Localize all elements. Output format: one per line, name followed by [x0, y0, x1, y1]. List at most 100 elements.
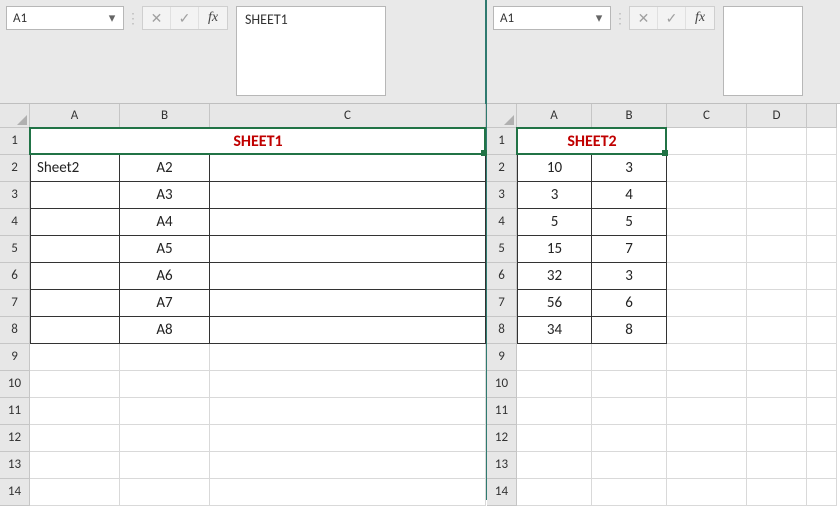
row-header[interactable]: 3 [487, 182, 517, 209]
row-header[interactable]: 13 [0, 452, 30, 479]
cell[interactable] [747, 236, 807, 263]
row-header[interactable]: 13 [487, 452, 517, 479]
cell[interactable] [210, 317, 486, 344]
cell[interactable]: 5 [592, 209, 667, 236]
cell[interactable] [592, 398, 667, 425]
cell[interactable] [667, 155, 747, 182]
cell[interactable] [30, 290, 120, 317]
cancel-icon[interactable]: ✕ [143, 7, 171, 29]
cell[interactable] [210, 398, 486, 425]
cell[interactable] [667, 398, 747, 425]
select-all-corner[interactable] [0, 104, 30, 128]
cell[interactable] [210, 155, 486, 182]
cell[interactable] [667, 290, 747, 317]
cell[interactable] [747, 182, 807, 209]
row-header[interactable]: 8 [487, 317, 517, 344]
enter-icon[interactable]: ✓ [171, 7, 199, 29]
row-header[interactable]: 14 [487, 479, 517, 506]
cancel-icon[interactable]: ✕ [630, 7, 658, 29]
cell[interactable] [30, 236, 120, 263]
cell[interactable]: A7 [120, 290, 210, 317]
cell[interactable] [667, 209, 747, 236]
row-header[interactable]: 7 [487, 290, 517, 317]
row-header[interactable]: 4 [487, 209, 517, 236]
cell[interactable] [30, 317, 120, 344]
cell[interactable] [210, 236, 486, 263]
cell[interactable] [747, 128, 807, 155]
cell[interactable] [30, 452, 120, 479]
cell[interactable] [807, 479, 837, 506]
row-header[interactable]: 3 [0, 182, 30, 209]
cell[interactable] [120, 479, 210, 506]
cell[interactable]: 32 [517, 263, 592, 290]
cell[interactable]: 15 [517, 236, 592, 263]
row-header[interactable]: 6 [0, 263, 30, 290]
cell[interactable] [30, 398, 120, 425]
cell[interactable]: 56 [517, 290, 592, 317]
cell[interactable]: A8 [120, 317, 210, 344]
row-header[interactable]: 9 [0, 344, 30, 371]
cell[interactable] [807, 452, 837, 479]
cell[interactable] [517, 344, 592, 371]
cell[interactable] [747, 452, 807, 479]
cell[interactable] [120, 452, 210, 479]
cell[interactable]: 7 [592, 236, 667, 263]
cell[interactable] [807, 290, 837, 317]
cell[interactable] [30, 182, 120, 209]
row-header[interactable]: 1 [487, 128, 517, 155]
cell[interactable]: 4 [592, 182, 667, 209]
column-header[interactable]: B [120, 104, 210, 128]
cell[interactable] [30, 479, 120, 506]
cell[interactable] [807, 128, 837, 155]
cell[interactable] [807, 425, 837, 452]
cell[interactable] [517, 398, 592, 425]
cell[interactable] [120, 425, 210, 452]
cell[interactable] [517, 371, 592, 398]
row-header[interactable]: 5 [0, 236, 30, 263]
cell-title[interactable]: SHEET2 [517, 128, 667, 155]
column-header[interactable] [807, 104, 837, 128]
cell[interactable] [210, 344, 486, 371]
row-header[interactable]: 2 [487, 155, 517, 182]
row-header[interactable]: 10 [487, 371, 517, 398]
select-all-corner[interactable] [487, 104, 517, 128]
column-header[interactable]: C [210, 104, 486, 128]
name-box[interactable]: A1 ▾ [493, 6, 611, 30]
cell[interactable] [807, 236, 837, 263]
row-header[interactable]: 7 [0, 290, 30, 317]
cell[interactable]: 3 [592, 263, 667, 290]
cell[interactable] [747, 317, 807, 344]
row-header[interactable]: 12 [487, 425, 517, 452]
column-header[interactable]: B [592, 104, 667, 128]
row-header[interactable]: 11 [0, 398, 30, 425]
cell[interactable] [210, 479, 486, 506]
row-header[interactable]: 12 [0, 425, 30, 452]
cell[interactable] [807, 263, 837, 290]
column-header[interactable]: D [747, 104, 807, 128]
cell[interactable] [210, 290, 486, 317]
cell[interactable] [807, 182, 837, 209]
cell[interactable] [120, 371, 210, 398]
enter-icon[interactable]: ✓ [658, 7, 686, 29]
cell[interactable] [747, 209, 807, 236]
cell[interactable] [807, 344, 837, 371]
cell[interactable] [807, 398, 837, 425]
cell[interactable] [667, 479, 747, 506]
row-header[interactable]: 14 [0, 479, 30, 506]
cell[interactable] [517, 425, 592, 452]
row-header[interactable]: 6 [487, 263, 517, 290]
cell[interactable] [210, 371, 486, 398]
cell[interactable] [667, 371, 747, 398]
cell[interactable] [747, 263, 807, 290]
cell[interactable]: 3 [517, 182, 592, 209]
cell[interactable] [592, 344, 667, 371]
cell[interactable] [747, 479, 807, 506]
column-header[interactable]: C [667, 104, 747, 128]
row-header[interactable]: 5 [487, 236, 517, 263]
cell-area[interactable]: SHEET2 10 3 3 4 [517, 128, 837, 506]
cell[interactable] [747, 344, 807, 371]
cell[interactable]: A5 [120, 236, 210, 263]
dropdown-icon[interactable]: ▾ [103, 9, 121, 27]
cell[interactable] [747, 290, 807, 317]
cell[interactable]: A6 [120, 263, 210, 290]
